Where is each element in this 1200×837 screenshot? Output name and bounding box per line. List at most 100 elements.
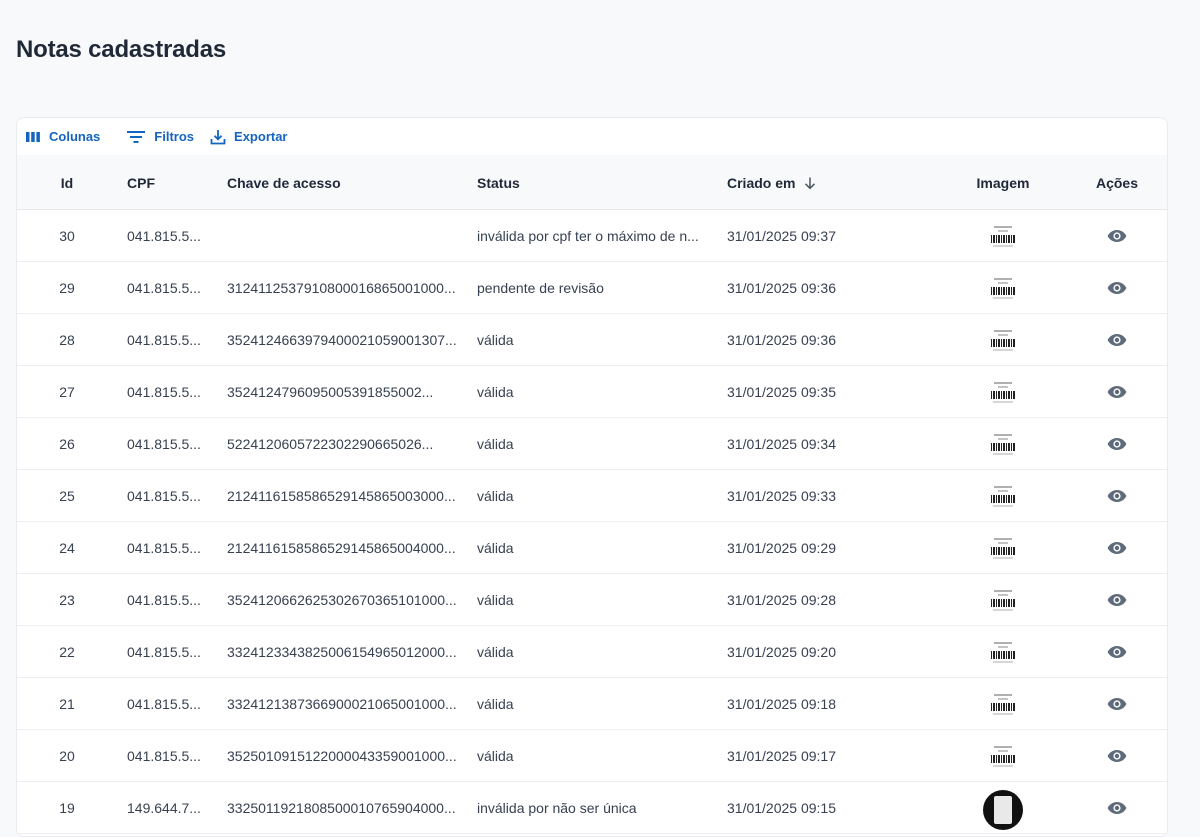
thumb-line (994, 589, 1012, 592)
column-header-image[interactable]: Imagem (977, 155, 1030, 210)
column-header-actions: Ações (1095, 174, 1139, 191)
eye-icon[interactable] (1107, 645, 1127, 659)
table-row[interactable]: 23 041.815.5... 35241206626253026703651010… (17, 574, 1167, 626)
receipt-photo-thumbnail[interactable] (983, 790, 1023, 830)
cell-id: 23 (59, 592, 75, 608)
eye-icon[interactable] (1107, 333, 1127, 347)
cell-cpf: 041.815.5... (127, 332, 201, 348)
filters-button[interactable]: Filtros (126, 129, 194, 144)
eye-icon[interactable] (1107, 385, 1127, 399)
table-row[interactable]: 24 041.815.5... 21241161585865291458650040… (17, 522, 1167, 574)
table-row[interactable]: 29 041.815.5... 31241125379108000168650010… (17, 262, 1167, 314)
cell-created: 31/01/2025 09:33 (727, 488, 836, 504)
table-row[interactable]: 25 041.815.5... 21241161585865291458650030… (17, 470, 1167, 522)
table-row[interactable]: 27 041.815.5... 3524124796095005391855002.… (17, 366, 1167, 418)
cell-actions (1097, 522, 1137, 574)
thumb-line (993, 296, 1013, 299)
eye-icon[interactable] (1107, 697, 1127, 711)
receipt-thumbnail[interactable] (990, 481, 1016, 511)
column-header-cpf[interactable]: CPF (127, 155, 217, 210)
receipt-thumbnail[interactable] (990, 273, 1016, 303)
table-row[interactable]: 28 041.815.5... 35241246639794000210590013… (17, 314, 1167, 366)
cell-cpf: 041.815.5... (127, 488, 201, 504)
cell-actions (1097, 626, 1137, 678)
barcode-shape (991, 494, 1015, 503)
thumb-line (998, 541, 1008, 544)
thumb-line (994, 381, 1012, 384)
barcode-shape (991, 390, 1015, 399)
cell-id: 25 (59, 488, 75, 504)
barcode-shape (991, 546, 1015, 555)
thumb-line (998, 437, 1008, 440)
receipt-thumbnail[interactable] (990, 637, 1016, 667)
cell-created: 31/01/2025 09:36 (727, 332, 836, 348)
eye-icon[interactable] (1107, 489, 1127, 503)
cell-cpf: 041.815.5... (127, 384, 201, 400)
table-row[interactable]: 19 149.644.7... 33250119218085000107659040… (17, 782, 1167, 834)
thumb-line (994, 433, 1012, 436)
export-button[interactable]: Exportar (210, 129, 288, 145)
export-label: Exportar (234, 129, 288, 144)
column-header-access-key[interactable]: Chave de acesso (227, 155, 459, 210)
cell-actions (1097, 730, 1137, 782)
cell-created: 31/01/2025 09:15 (727, 800, 836, 816)
receipt-thumbnail[interactable] (990, 429, 1016, 459)
arrow-down-icon[interactable] (803, 176, 817, 190)
columns-button[interactable]: Colunas (25, 129, 100, 144)
eye-icon[interactable] (1107, 541, 1127, 555)
table-row[interactable]: 22 041.815.5... 33241233438250061549650120… (17, 626, 1167, 678)
thumb-line (994, 641, 1012, 644)
cell-id: 19 (59, 800, 75, 816)
receipt-thumbnail[interactable] (990, 221, 1016, 251)
cell-created: 31/01/2025 09:17 (727, 748, 836, 764)
receipt-thumbnail[interactable] (990, 533, 1016, 563)
eye-icon[interactable] (1107, 437, 1127, 451)
cell-id: 27 (59, 384, 75, 400)
column-header-id[interactable]: Id (17, 155, 117, 210)
cell-status: válida (477, 644, 514, 660)
eye-icon[interactable] (1107, 281, 1127, 295)
thumb-line (993, 452, 1013, 455)
receipt-thumbnail[interactable] (990, 585, 1016, 615)
cell-status: válida (477, 748, 514, 764)
thumb-line (998, 229, 1008, 232)
cell-image (977, 366, 1029, 418)
cell-image (977, 678, 1029, 730)
receipt-thumbnail[interactable] (990, 689, 1016, 719)
table-row[interactable]: 30 041.815.5... inválida por cpf ter o máx… (17, 210, 1167, 262)
cell-created: 31/01/2025 09:36 (727, 280, 836, 296)
column-header-created[interactable]: Criado em (727, 155, 927, 210)
column-header-status[interactable]: Status (477, 155, 713, 210)
table-row[interactable]: 20 041.815.5... 35250109151220000433590010… (17, 730, 1167, 782)
receipt-thumbnail[interactable] (990, 377, 1016, 407)
table-row[interactable]: 26 041.815.5... 5224120605722302290665026.… (17, 418, 1167, 470)
cell-cpf: 041.815.5... (127, 540, 201, 556)
receipt-thumbnail[interactable] (990, 741, 1016, 771)
cell-image (977, 522, 1029, 574)
eye-icon[interactable] (1107, 229, 1127, 243)
receipt-thumbnail[interactable] (990, 325, 1016, 355)
columns-label: Colunas (49, 129, 101, 144)
cell-cpf: 041.815.5... (127, 748, 201, 764)
thumb-line (998, 281, 1008, 284)
cell-image (977, 262, 1029, 314)
cell-status: válida (477, 436, 514, 452)
eye-icon[interactable] (1107, 593, 1127, 607)
filters-label: Filtros (154, 129, 195, 144)
barcode-shape (991, 754, 1015, 763)
barcode-shape (991, 338, 1015, 347)
eye-icon[interactable] (1107, 801, 1127, 815)
eye-icon[interactable] (1107, 749, 1127, 763)
cell-actions (1097, 418, 1137, 470)
cell-actions (1097, 470, 1137, 522)
cell-image (977, 626, 1029, 678)
notes-table-card: Colunas Filtros Exportar Id CPF Chave de… (16, 117, 1168, 837)
thumb-line (998, 489, 1008, 492)
cell-status: válida (477, 540, 514, 556)
cell-cpf: 149.644.7... (127, 800, 201, 816)
barcode-shape (991, 442, 1015, 451)
cell-created: 31/01/2025 09:34 (727, 436, 836, 452)
table-row[interactable]: 21 041.815.5... 33241213873669000210650010… (17, 678, 1167, 730)
cell-id: 24 (59, 540, 75, 556)
cell-actions (1097, 262, 1137, 314)
